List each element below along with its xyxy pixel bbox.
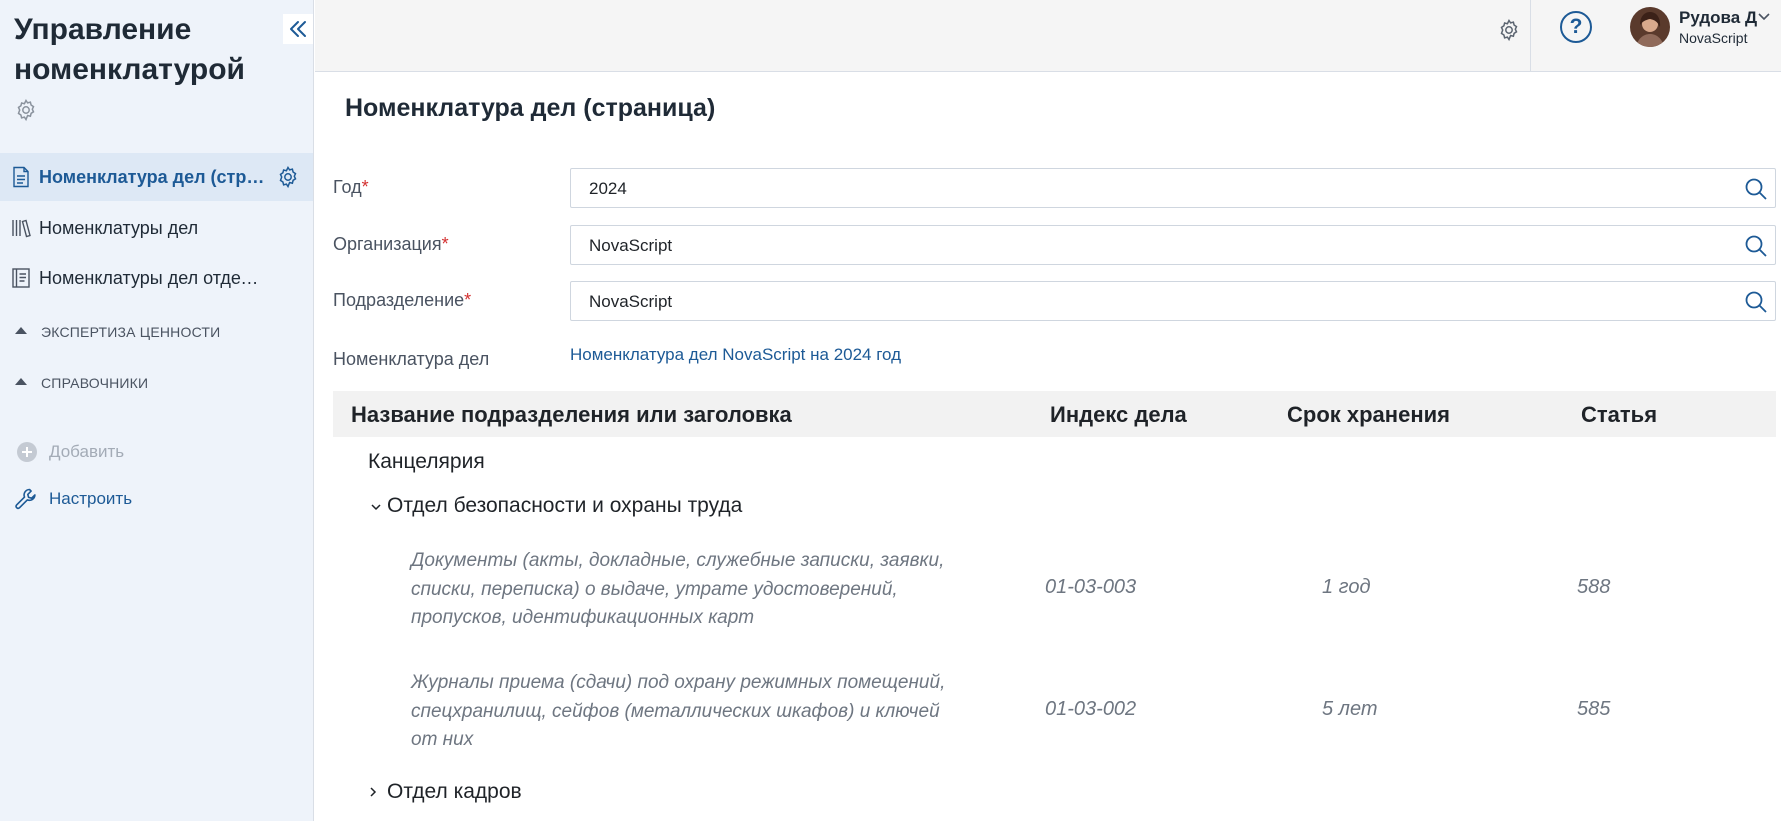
sidebar-item-label: Номенклатуры дел [39,218,199,238]
collapse-triangle-icon [15,327,27,334]
user-photo-icon [1630,7,1670,47]
user-name[interactable]: Рудова Д [1679,8,1757,28]
organization-value[interactable]: NovaScript [589,236,672,256]
nomenclature-label: Номенклатура дел [333,349,490,369]
search-icon[interactable] [1744,234,1768,258]
table-row-term: 5 лет [1322,698,1378,720]
collapse-triangle-icon [15,378,27,385]
app-title: Управление номенклатурой [14,13,245,86]
page-title: Номенклатура дел (страница) [345,94,716,122]
books-icon [12,219,31,238]
year-field[interactable]: 2024 [570,168,1776,208]
sidebar-item-label: Номенклатура дел (страница) [39,167,267,187]
plus-circle-icon [17,442,37,462]
organization-label: Организация* [333,234,449,255]
year-label-text: Год [333,177,362,197]
nomenclature-link[interactable]: Номенклатура дел NovaScript на 2024 год [570,345,901,365]
add-label: Добавить [49,442,125,461]
topbar [315,0,1781,72]
required-mark: * [464,290,472,310]
organization-label-text: Организация [333,234,442,254]
department-value[interactable]: NovaScript [589,292,672,312]
column-header-article[interactable]: Статья [1581,402,1657,428]
sidebar-group-expertise[interactable]: ЭКСПЕРТИЗА ЦЕННОСТИ [0,315,313,349]
required-mark: * [361,177,369,197]
year-value[interactable]: 2024 [589,179,627,199]
year-label: Год* [333,177,369,198]
sidebar-item-nomenclatures[interactable]: Номенклатуры дел [0,204,313,252]
column-header-index[interactable]: Индекс дела [1050,402,1187,428]
sidebar-group-label: ЭКСПЕРТИЗА ЦЕННОСТИ [41,324,221,340]
section-title[interactable]: Отдел кадров [387,780,522,804]
chevron-down-icon[interactable] [370,501,382,513]
table-row-term: 1 год [1322,576,1371,598]
section-title[interactable]: Отдел безопасности и охраны труда [387,494,742,518]
wrench-icon [15,488,36,510]
user-organization: NovaScript [1679,30,1748,46]
settings-gear-icon[interactable] [1497,18,1521,42]
search-icon[interactable] [1744,290,1768,314]
chevron-right-icon[interactable] [367,786,379,798]
search-icon[interactable] [1744,177,1768,201]
sidebar-group-references[interactable]: СПРАВОЧНИКИ [0,366,313,400]
app-settings-icon[interactable] [14,98,38,122]
department-label: Подразделение* [333,290,471,311]
topbar-divider [1530,0,1531,72]
table-row-name[interactable]: Документы (акты, докладные, служебные за… [411,547,971,633]
section-title[interactable]: Канцелярия [368,450,485,474]
sidebar-item-nomenclature-page[interactable]: Номенклатура дел (страница) [0,153,313,201]
required-mark: * [441,234,449,254]
gear-icon[interactable] [276,165,300,189]
chevron-down-icon[interactable] [1757,12,1771,22]
department-label-text: Подразделение [333,290,465,310]
help-button[interactable]: ? [1560,11,1592,43]
table-header: Название подразделения или заголовка Инд… [333,391,1776,437]
organization-field[interactable]: NovaScript [570,225,1776,265]
table-row-index: 01-03-003 [1045,576,1137,598]
add-button[interactable]: Добавить [15,440,215,464]
document-icon [13,166,29,188]
configure-button[interactable]: Настроить [13,486,213,512]
avatar[interactable] [1630,7,1670,47]
notebook-icon [12,268,30,288]
double-chevron-left-icon [290,21,306,37]
sidebar-group-label: СПРАВОЧНИКИ [41,375,149,391]
table-row-article: 585 [1577,698,1611,720]
department-field[interactable]: NovaScript [570,281,1776,321]
column-header-term[interactable]: Срок хранения [1287,402,1450,428]
table-row-index: 01-03-002 [1045,698,1137,720]
sidebar: Управление номенклатурой Номенклатура де… [0,0,314,821]
configure-label: Настроить [49,489,133,508]
table-row-name[interactable]: Журналы приема (сдачи) под охрану режимн… [411,669,971,755]
sidebar-item-label: Номенклатуры дел отделов [39,268,269,288]
collapse-sidebar-button[interactable] [283,14,313,44]
table-row-article: 588 [1577,576,1611,598]
column-header-name[interactable]: Название подразделения или заголовка [351,402,792,428]
sidebar-item-department-nomenclatures[interactable]: Номенклатуры дел отделов [0,254,313,302]
